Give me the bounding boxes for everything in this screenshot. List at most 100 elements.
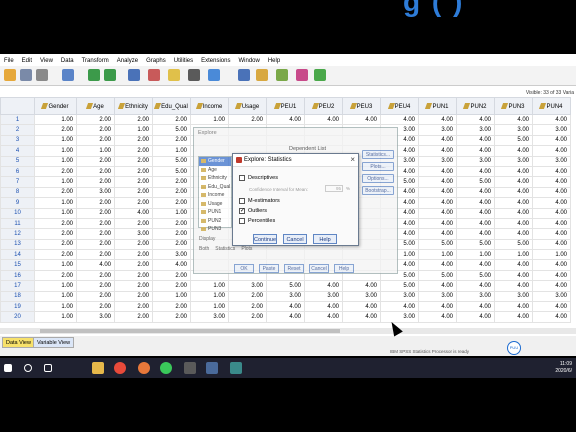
data-cell[interactable]: 1.00 (34, 311, 77, 323)
row-number[interactable]: 6 (0, 165, 35, 178)
variable-list-item[interactable]: Usage (199, 200, 231, 209)
percentiles-option[interactable]: Percentiles (239, 218, 275, 224)
row-number[interactable]: 4 (0, 145, 35, 157)
data-cell[interactable]: 4.00 (418, 176, 457, 188)
row-number[interactable]: 16 (0, 269, 35, 282)
goto-case-icon[interactable] (128, 69, 140, 81)
media-player-icon[interactable] (184, 362, 196, 374)
data-cell[interactable]: 4.00 (494, 259, 533, 271)
menu-item-transform[interactable]: Transform (78, 56, 113, 66)
data-cell[interactable]: 4.00 (494, 113, 533, 126)
confidence-interval-field[interactable]: 95 (325, 185, 343, 192)
data-cell[interactable]: 1.00 (152, 145, 191, 157)
data-cell[interactable]: 4.00 (418, 134, 457, 147)
bulb-icon[interactable]: PUU (507, 341, 521, 355)
row-number[interactable]: 3 (0, 134, 35, 147)
data-cell[interactable]: 4.00 (532, 145, 571, 157)
tab-variable-view[interactable]: Variable View (33, 337, 75, 348)
menu-item-help[interactable]: Help (264, 56, 284, 66)
data-cell[interactable]: 2.00 (34, 186, 77, 199)
display-both-radio[interactable]: Both (199, 246, 209, 252)
data-cell[interactable]: 4.00 (532, 207, 571, 219)
explore-help-button[interactable]: Help (334, 264, 354, 273)
row-number[interactable]: 9 (0, 197, 35, 209)
data-cell[interactable]: 2.00 (114, 217, 153, 230)
display-plots-radio[interactable]: Plots (241, 246, 252, 252)
task-view-icon[interactable] (44, 364, 52, 372)
value-labels-icon[interactable] (296, 69, 308, 81)
bootstrap-button[interactable]: Bootstrap... (362, 186, 394, 195)
data-cell[interactable]: 2.00 (76, 155, 115, 167)
plots-button[interactable]: Plots... (362, 162, 394, 171)
data-cell[interactable]: 2.00 (114, 311, 153, 323)
row-number[interactable]: 8 (0, 186, 35, 199)
data-cell[interactable]: 4.00 (266, 311, 305, 323)
data-cell[interactable]: 4.00 (532, 280, 571, 292)
data-cell[interactable]: 4.00 (456, 207, 495, 219)
row-number[interactable]: 13 (0, 238, 35, 251)
data-cell[interactable]: 2.00 (152, 238, 191, 251)
data-cell[interactable]: 2.00 (152, 269, 191, 282)
variable-list-item[interactable]: Ethnicity (199, 174, 231, 183)
data-cell[interactable]: 3.00 (342, 290, 381, 303)
data-cell[interactable]: 1.00 (34, 207, 77, 219)
data-cell[interactable]: 3.00 (418, 155, 457, 167)
row-number[interactable]: 2 (0, 124, 35, 136)
data-cell[interactable]: 5.00 (152, 124, 191, 136)
data-cell[interactable]: 4.00 (266, 301, 305, 313)
redo-icon[interactable] (104, 69, 116, 81)
data-cell[interactable]: 2.00 (76, 290, 115, 303)
app-taskbar-icon[interactable] (230, 362, 242, 374)
data-cell[interactable]: 4.00 (456, 301, 495, 313)
row-number[interactable]: 14 (0, 249, 35, 261)
data-cell[interactable]: 3.00 (456, 155, 495, 167)
data-cell[interactable]: 4.00 (494, 280, 533, 292)
statistics-help-button[interactable]: Help (313, 234, 337, 244)
data-cell[interactable]: 3.00 (532, 290, 571, 303)
data-cell[interactable]: 4.00 (532, 197, 571, 209)
clock[interactable]: 11:09 2020/6/ (555, 361, 572, 375)
variable-list[interactable]: Gender Age Ethnicity Edu_Qual Income Usage PUN… (198, 156, 232, 232)
data-cell[interactable]: 4.00 (494, 165, 533, 178)
data-cell[interactable]: 4.00 (532, 134, 571, 147)
data-cell[interactable]: 4.00 (418, 165, 457, 178)
menu-item-extensions[interactable]: Extensions (197, 56, 234, 66)
row-number[interactable]: 19 (0, 301, 35, 313)
data-cell[interactable]: 1.00 (114, 124, 153, 136)
data-cell[interactable]: 2.00 (34, 217, 77, 230)
menu-item-file[interactable]: File (0, 56, 18, 66)
data-cell[interactable]: 4.00 (532, 186, 571, 199)
data-cell[interactable]: 1.00 (190, 290, 229, 303)
data-cell[interactable]: 2.00 (152, 176, 191, 188)
data-cell[interactable]: 3.00 (380, 290, 419, 303)
data-cell[interactable]: 5.00 (152, 165, 191, 178)
data-cell[interactable]: 3.00 (418, 290, 457, 303)
data-cell[interactable]: 3.00 (304, 290, 343, 303)
data-cell[interactable]: 2.00 (76, 301, 115, 313)
search-icon[interactable] (24, 364, 32, 372)
data-cell[interactable]: 3.00 (380, 311, 419, 323)
data-cell[interactable]: 2.00 (76, 134, 115, 147)
data-cell[interactable]: 4.00 (456, 197, 495, 209)
data-cell[interactable]: 4.00 (456, 311, 495, 323)
data-cell[interactable]: 4.00 (532, 217, 571, 230)
open-file-icon[interactable] (4, 69, 16, 81)
data-cell[interactable]: 1.00 (418, 249, 457, 261)
data-cell[interactable]: 4.00 (494, 311, 533, 323)
data-cell[interactable]: 4.00 (304, 113, 343, 126)
data-cell[interactable]: 4.00 (418, 280, 457, 292)
data-cell[interactable]: 3.00 (76, 186, 115, 199)
tab-data-view[interactable]: Data View (2, 337, 35, 348)
data-cell[interactable]: 4.00 (418, 311, 457, 323)
row-number[interactable]: 12 (0, 228, 35, 240)
data-cell[interactable]: 4.00 (532, 228, 571, 240)
data-cell[interactable]: 3.00 (228, 280, 267, 292)
column-header-peu3[interactable]: PEU3 (342, 97, 381, 115)
data-cell[interactable]: 1.00 (190, 301, 229, 313)
data-cell[interactable]: 4.00 (456, 145, 495, 157)
data-cell[interactable]: 3.00 (494, 155, 533, 167)
firefox-icon[interactable] (138, 362, 150, 374)
data-cell[interactable]: 4.00 (456, 280, 495, 292)
data-cell[interactable]: 4.00 (418, 259, 457, 271)
data-cell[interactable]: 4.00 (532, 259, 571, 271)
